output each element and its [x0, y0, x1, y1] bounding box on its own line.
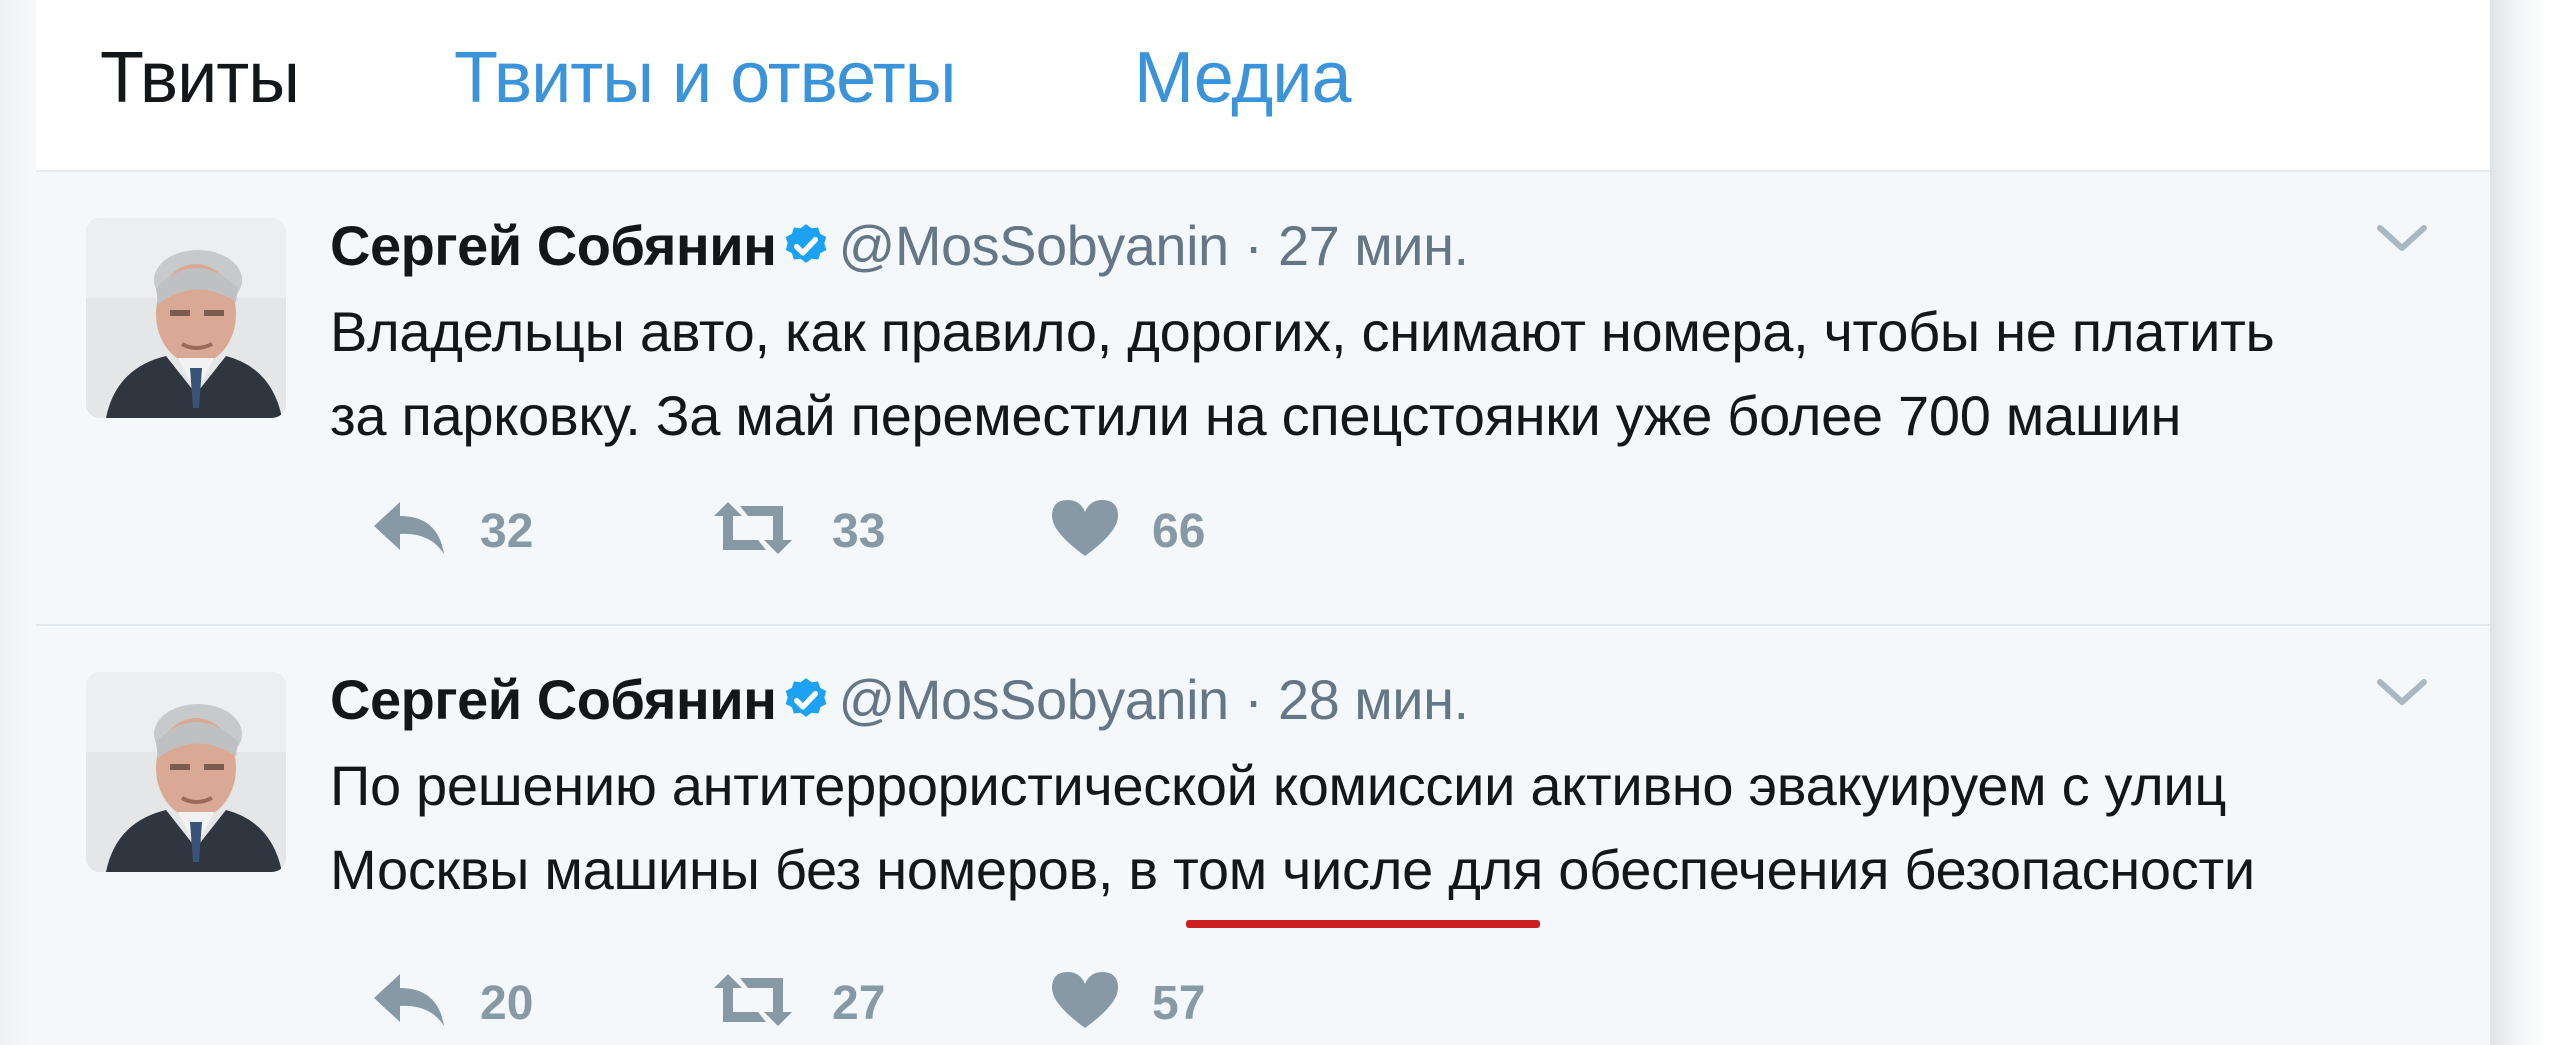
right-shadow	[2490, 0, 2560, 1045]
author-name[interactable]: Сергей Собянин	[330, 214, 777, 277]
verified-badge-icon	[785, 678, 826, 717]
verified-badge-icon	[785, 224, 826, 263]
separator: ·	[1244, 668, 1263, 731]
tweet-actions: 32 33 66	[330, 494, 1530, 564]
tweet-header: Сергей Собянин @MosSobyanin · 28 мин.	[330, 662, 1469, 738]
retweet-count: 33	[832, 505, 886, 558]
chevron-down-icon[interactable]	[2374, 674, 2430, 710]
tab-media[interactable]: Медиа	[1134, 36, 1352, 120]
avatar[interactable]	[86, 672, 286, 872]
tab-tweets[interactable]: Твиты	[100, 36, 300, 120]
tweet[interactable]: Сергей Собянин @MosSobyanin · 27 мин. Вла…	[36, 172, 2490, 626]
profile-tabs: Твиты Твиты и ответы Медиа	[36, 0, 2490, 172]
reply-count: 20	[480, 977, 534, 1030]
tweet-text-line: за парковку. За май переместили на спецс…	[330, 384, 2182, 447]
tweet-text-line: Москвы машины без номеров, в том числе д…	[330, 838, 2255, 901]
like-count: 66	[1152, 505, 1206, 558]
tweet-text-line: Владельцы авто, как правило, дорогих, сн…	[330, 300, 2275, 363]
timestamp[interactable]: 27 мин.	[1278, 214, 1469, 277]
retweet-count: 27	[832, 977, 886, 1030]
heart-icon	[1052, 972, 1118, 1028]
reply-count: 32	[480, 505, 534, 558]
author-name[interactable]: Сергей Собянин	[330, 668, 777, 731]
author-handle[interactable]: @MosSobyanin	[839, 214, 1230, 277]
reply-icon	[374, 974, 444, 1026]
avatar-image	[86, 672, 286, 872]
tweet-text: По решению антитеррористической комиссии…	[330, 744, 2450, 912]
separator: ·	[1244, 214, 1263, 277]
reply-icon	[374, 502, 444, 554]
left-shadow	[0, 0, 36, 1045]
timeline-card: Твиты Твиты и ответы Медиа Сергей Собяни…	[36, 0, 2490, 1045]
red-underline-highlight	[1186, 920, 1540, 928]
tweet-text: Владельцы авто, как правило, дорогих, сн…	[330, 290, 2450, 458]
tweet[interactable]: Сергей Собянин @MosSobyanin · 28 мин. По …	[36, 626, 2490, 1045]
avatar[interactable]	[86, 218, 286, 418]
like-count: 57	[1152, 977, 1206, 1030]
page: Твиты Твиты и ответы Медиа Сергей Собяни…	[0, 0, 2560, 1045]
tweet-text-line: По решению антитеррористической комиссии…	[330, 754, 2227, 817]
heart-icon	[1052, 500, 1118, 556]
chevron-down-icon[interactable]	[2374, 220, 2430, 256]
timestamp[interactable]: 28 мин.	[1278, 668, 1469, 731]
avatar-image	[86, 218, 286, 418]
retweet-icon	[714, 974, 792, 1026]
author-handle[interactable]: @MosSobyanin	[839, 668, 1230, 731]
tweet-actions: 20 27 57	[330, 966, 1530, 1036]
retweet-icon	[714, 502, 792, 554]
tweet-header: Сергей Собянин @MosSobyanin · 27 мин.	[330, 208, 1469, 284]
tab-tweets-and-replies[interactable]: Твиты и ответы	[454, 36, 956, 120]
